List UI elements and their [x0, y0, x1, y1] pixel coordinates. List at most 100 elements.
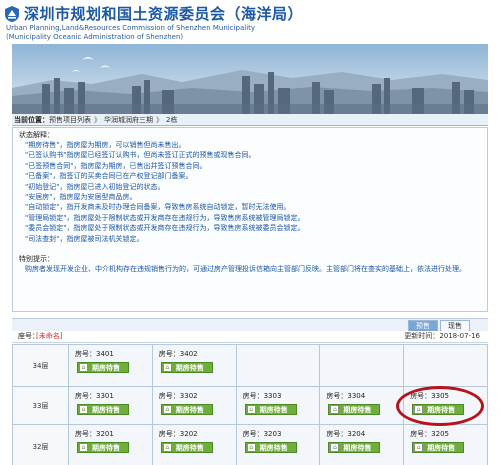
unit-cell[interactable]: 房号：3205 ⌂ 期房待售	[403, 424, 488, 465]
status-text: 期房待售	[427, 443, 456, 452]
status-text: 期房待售	[259, 405, 288, 414]
house-icon: ⌂	[162, 405, 172, 414]
status-text: 期房待售	[427, 405, 456, 414]
unit-cell[interactable]: 房号：3303 ⌂ 期房待售	[235, 386, 321, 425]
status-line: "已签认购书"指房屋已经签订认购书，但尚未签订正式的预售或现售合同。	[25, 151, 256, 160]
house-icon: ⌂	[330, 405, 340, 414]
room-number: 房号：3303	[242, 392, 282, 400]
house-icon: ⌂	[330, 443, 340, 452]
room-number: 房号：3305	[410, 392, 450, 400]
empty-cell	[235, 344, 321, 387]
update-time-label: 更新时间：	[404, 332, 440, 340]
status-badge[interactable]: ⌂ 期房待售	[244, 404, 297, 415]
house-icon: ⌂	[414, 443, 424, 452]
unit-cell[interactable]: 房号：3401 ⌂ 期房待售	[68, 344, 153, 387]
unit-cell[interactable]: 房号：3201 ⌂ 期房待售	[68, 424, 153, 465]
city-skyline-banner	[12, 44, 488, 114]
status-line: "已签预售合同"，指房屋为期房，已售出并签订预售合同。	[25, 161, 207, 170]
status-text: 期房待售	[92, 443, 120, 452]
emblem-icon	[5, 6, 19, 22]
room-number: 房号：3203	[242, 430, 282, 438]
sale-type-tabs: 预售 现售	[12, 318, 488, 332]
building-info: 座号： [未命名] 更新时间：2018-07-16	[12, 331, 488, 343]
room-number: 房号：3201	[75, 430, 114, 438]
floor-label: 34层	[12, 344, 69, 387]
status-badge[interactable]: ⌂ 期房待售	[77, 362, 129, 373]
tips-text: 购房者发现开发企业、中介机构存在违规销售行为的，可通过房产管理投诉信箱向主管部门…	[25, 265, 466, 274]
status-badge[interactable]: ⌂ 期房待售	[77, 442, 129, 453]
breadcrumb-item-project[interactable]: 华润城润府三期	[104, 115, 153, 125]
unit-cell[interactable]: 房号：3204 ⌂ 期房待售	[319, 424, 405, 465]
breadcrumb-item-building: 2栋	[166, 115, 178, 124]
room-number: 房号：3302	[158, 392, 198, 400]
house-icon: ⌂	[246, 405, 256, 414]
status-badge[interactable]: ⌂ 期房待售	[328, 404, 381, 415]
site-title: 深圳市规划和国土资源委员会（海洋局）	[24, 5, 304, 23]
status-text: 期房待售	[92, 363, 120, 372]
status-line: "司法查封"，指房屋被司法机关锁定。	[25, 234, 144, 243]
floor-label: 32层	[12, 424, 69, 465]
floor-row: 33层 房号：3301 ⌂ 期房待售 房号：3302 ⌂ 期房待售 房号：3303 …	[12, 386, 488, 425]
status-badge[interactable]: ⌂ 期房待售	[160, 362, 213, 373]
room-number: 房号：3204	[326, 430, 366, 438]
breadcrumb-separator: 》	[156, 115, 163, 124]
status-text: 期房待售	[343, 405, 372, 414]
house-icon: ⌂	[162, 363, 172, 372]
floor-label: 33层	[12, 386, 69, 425]
status-badge[interactable]: ⌂ 期房待售	[77, 404, 129, 415]
status-text: 期房待售	[343, 443, 372, 452]
room-number: 房号：3202	[158, 430, 198, 438]
status-legend: 状态解释： "期房待售"，指房屋为期房，可以销售但尚未售出。 "已签认购书"指房…	[12, 127, 488, 312]
status-badge[interactable]: ⌂ 期房待售	[244, 442, 297, 453]
status-badge[interactable]: ⌂ 期房待售	[328, 442, 381, 453]
unit-cell[interactable]: 房号：3301 ⌂ 期房待售	[68, 386, 153, 425]
house-icon: ⌂	[246, 443, 256, 452]
status-badge[interactable]: ⌂ 期房待售	[412, 404, 465, 415]
room-number: 房号：3401	[75, 350, 114, 358]
breadcrumb-separator: 》	[94, 115, 101, 124]
house-icon: ⌂	[414, 405, 424, 414]
site-title-en: Urban Planning,Land&Resources Commission…	[6, 24, 256, 32]
site-header: 深圳市规划和国土资源委员会（海洋局） Urban Planning,Land&R…	[0, 0, 500, 44]
unit-cell[interactable]: 房号：3203 ⌂ 期房待售	[235, 424, 321, 465]
status-text: 期房待售	[92, 405, 120, 414]
room-number: 房号：3301	[75, 392, 114, 400]
empty-cell	[403, 344, 488, 387]
status-text: 期房待售	[175, 405, 204, 414]
room-number: 房号：3402	[158, 350, 198, 358]
floor-row: 32层 房号：3201 ⌂ 期房待售 房号：3202 ⌂ 期房待售 房号：3203 …	[12, 424, 488, 465]
status-text: 期房待售	[175, 363, 204, 372]
empty-cell	[319, 344, 405, 387]
site-subtitle-en: (Municipality Oceanic Administration of …	[6, 33, 184, 41]
status-legend-heading: 状态解释：	[19, 131, 54, 139]
house-icon: ⌂	[79, 363, 88, 372]
status-badge[interactable]: ⌂ 期房待售	[160, 404, 213, 415]
unit-cell[interactable]: 房号：3304 ⌂ 期房待售	[319, 386, 405, 425]
status-text: 期房待售	[175, 443, 204, 452]
status-line: "委员会锁定"，指房屋处于限制状态或开发商存在违规行为，导致售房系统被委员会锁定…	[25, 224, 305, 233]
status-text: 期房待售	[259, 443, 288, 452]
unit-cell[interactable]: 房号：3302 ⌂ 期房待售	[151, 386, 237, 425]
room-number: 房号：3205	[410, 430, 450, 438]
unit-cell[interactable]: 房号：3305 ⌂ 期房待售	[403, 386, 488, 425]
breadcrumb-item-project-list[interactable]: 预售项目列表	[49, 115, 91, 125]
status-line: "初始登记"，指房屋已进入初始登记的状态。	[25, 182, 165, 191]
unit-cell[interactable]: 房号：3402 ⌂ 期房待售	[151, 344, 237, 387]
unit-cell[interactable]: 房号：3202 ⌂ 期房待售	[151, 424, 237, 465]
unit-grid: 34层 房号：3401 ⌂ 期房待售 房号：3402 ⌂ 期房待售 33层 房号：3…	[12, 344, 488, 465]
breadcrumb-label: 当前位置：	[14, 115, 49, 124]
house-icon: ⌂	[79, 405, 88, 414]
status-line: "自动锁定"，指开发商未及时办理合同备案，导致售房系统自动锁定，暂时无法使用。	[25, 203, 291, 212]
update-time: 更新时间：2018-07-16	[404, 331, 480, 342]
status-badge[interactable]: ⌂ 期房待售	[160, 442, 213, 453]
floor-row: 34层 房号：3401 ⌂ 期房待售 房号：3402 ⌂ 期房待售	[12, 344, 488, 387]
building-name: [未命名]	[36, 332, 63, 340]
status-line: "管理局锁定"，指房屋处于限制状态或开发商存在违规行为，导致售房系统被管理局锁定…	[25, 213, 305, 222]
house-icon: ⌂	[79, 443, 88, 452]
breadcrumb: 当前位置： 预售项目列表 》 华润城润府三期 》 2栋	[12, 114, 488, 126]
house-icon: ⌂	[162, 443, 172, 452]
room-number: 房号：3304	[326, 392, 366, 400]
status-line: "期房待售"，指房屋为期房，可以销售但尚未售出。	[25, 141, 186, 149]
status-badge[interactable]: ⌂ 期房待售	[412, 442, 465, 453]
status-line: "安居房"，指房屋为安居型商品房。	[25, 193, 137, 202]
